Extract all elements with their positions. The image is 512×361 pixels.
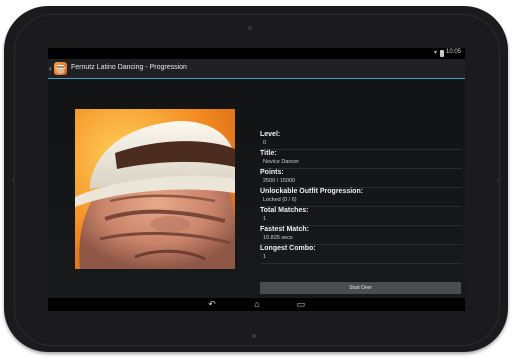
- nav-recents-icon[interactable]: ▭: [291, 298, 311, 311]
- start-over-button[interactable]: Start Over: [260, 282, 461, 294]
- longest-combo-label: Longest Combo:: [260, 245, 316, 252]
- tablet-frame: ▾ 10:05 ‹ Fernutz Latino Dancing - Progr…: [4, 6, 508, 352]
- character-image: [75, 121, 235, 269]
- info-row-total-matches: Total Matches: 1: [260, 207, 462, 226]
- app-icon-art: [55, 65, 66, 74]
- status-bar: ▾ 10:05: [48, 48, 465, 59]
- title-label: Title:: [260, 150, 277, 157]
- outfit-progression-value: Locked (0 / 6): [263, 197, 297, 203]
- info-row-outfit: Unlockable Outfit Progression: Locked (0…: [260, 188, 462, 207]
- points-label: Points:: [260, 169, 284, 176]
- front-camera: [248, 26, 252, 30]
- progression-content: Level: 0 Title: Novice Dancer Points: 25…: [48, 79, 465, 298]
- fastest-match-label: Fastest Match:: [260, 226, 310, 233]
- wifi-icon: ▾: [433, 50, 437, 56]
- level-value: 0: [263, 140, 267, 146]
- info-row-points: Points: 2500 / 15000: [260, 169, 462, 188]
- total-matches-value: 1: [263, 216, 267, 222]
- total-matches-label: Total Matches:: [260, 207, 309, 214]
- character-portrait: [75, 109, 235, 269]
- info-row-title: Title: Novice Dancer: [260, 150, 462, 169]
- page-title: Fernutz Latino Dancing - Progression: [71, 64, 187, 71]
- points-value: 2500 / 15000: [263, 178, 296, 184]
- info-row-longest-combo: Longest Combo: 1: [260, 245, 462, 264]
- outfit-progression-label: Unlockable Outfit Progression:: [260, 188, 364, 195]
- info-row-level: Level: 0: [260, 131, 462, 150]
- level-label: Level:: [260, 131, 281, 138]
- navigation-bar: ↶ ⌂ ▭: [48, 298, 465, 311]
- speaker-dot-left: [12, 179, 15, 182]
- battery-icon: [440, 50, 444, 57]
- speaker-dot-right: [497, 179, 500, 182]
- nav-home-icon[interactable]: ⌂: [247, 298, 267, 311]
- status-time: 10:05: [445, 49, 461, 55]
- info-row-fastest-match: Fastest Match: 10.825 secs: [260, 226, 462, 245]
- progression-info: Level: 0 Title: Novice Dancer Points: 25…: [260, 131, 462, 264]
- home-sensor: [252, 334, 256, 338]
- fastest-match-value: 10.825 secs: [263, 235, 293, 241]
- longest-combo-value: 1: [263, 254, 267, 260]
- title-value: Novice Dancer: [263, 159, 300, 165]
- app-icon[interactable]: ‹: [49, 62, 67, 75]
- action-bar: ‹ Fernutz Latino Dancing - Progression: [48, 59, 465, 79]
- nav-back-icon[interactable]: ↶: [202, 298, 222, 311]
- screen: ▾ 10:05 ‹ Fernutz Latino Dancing - Progr…: [48, 48, 465, 311]
- back-icon: ‹: [49, 64, 52, 73]
